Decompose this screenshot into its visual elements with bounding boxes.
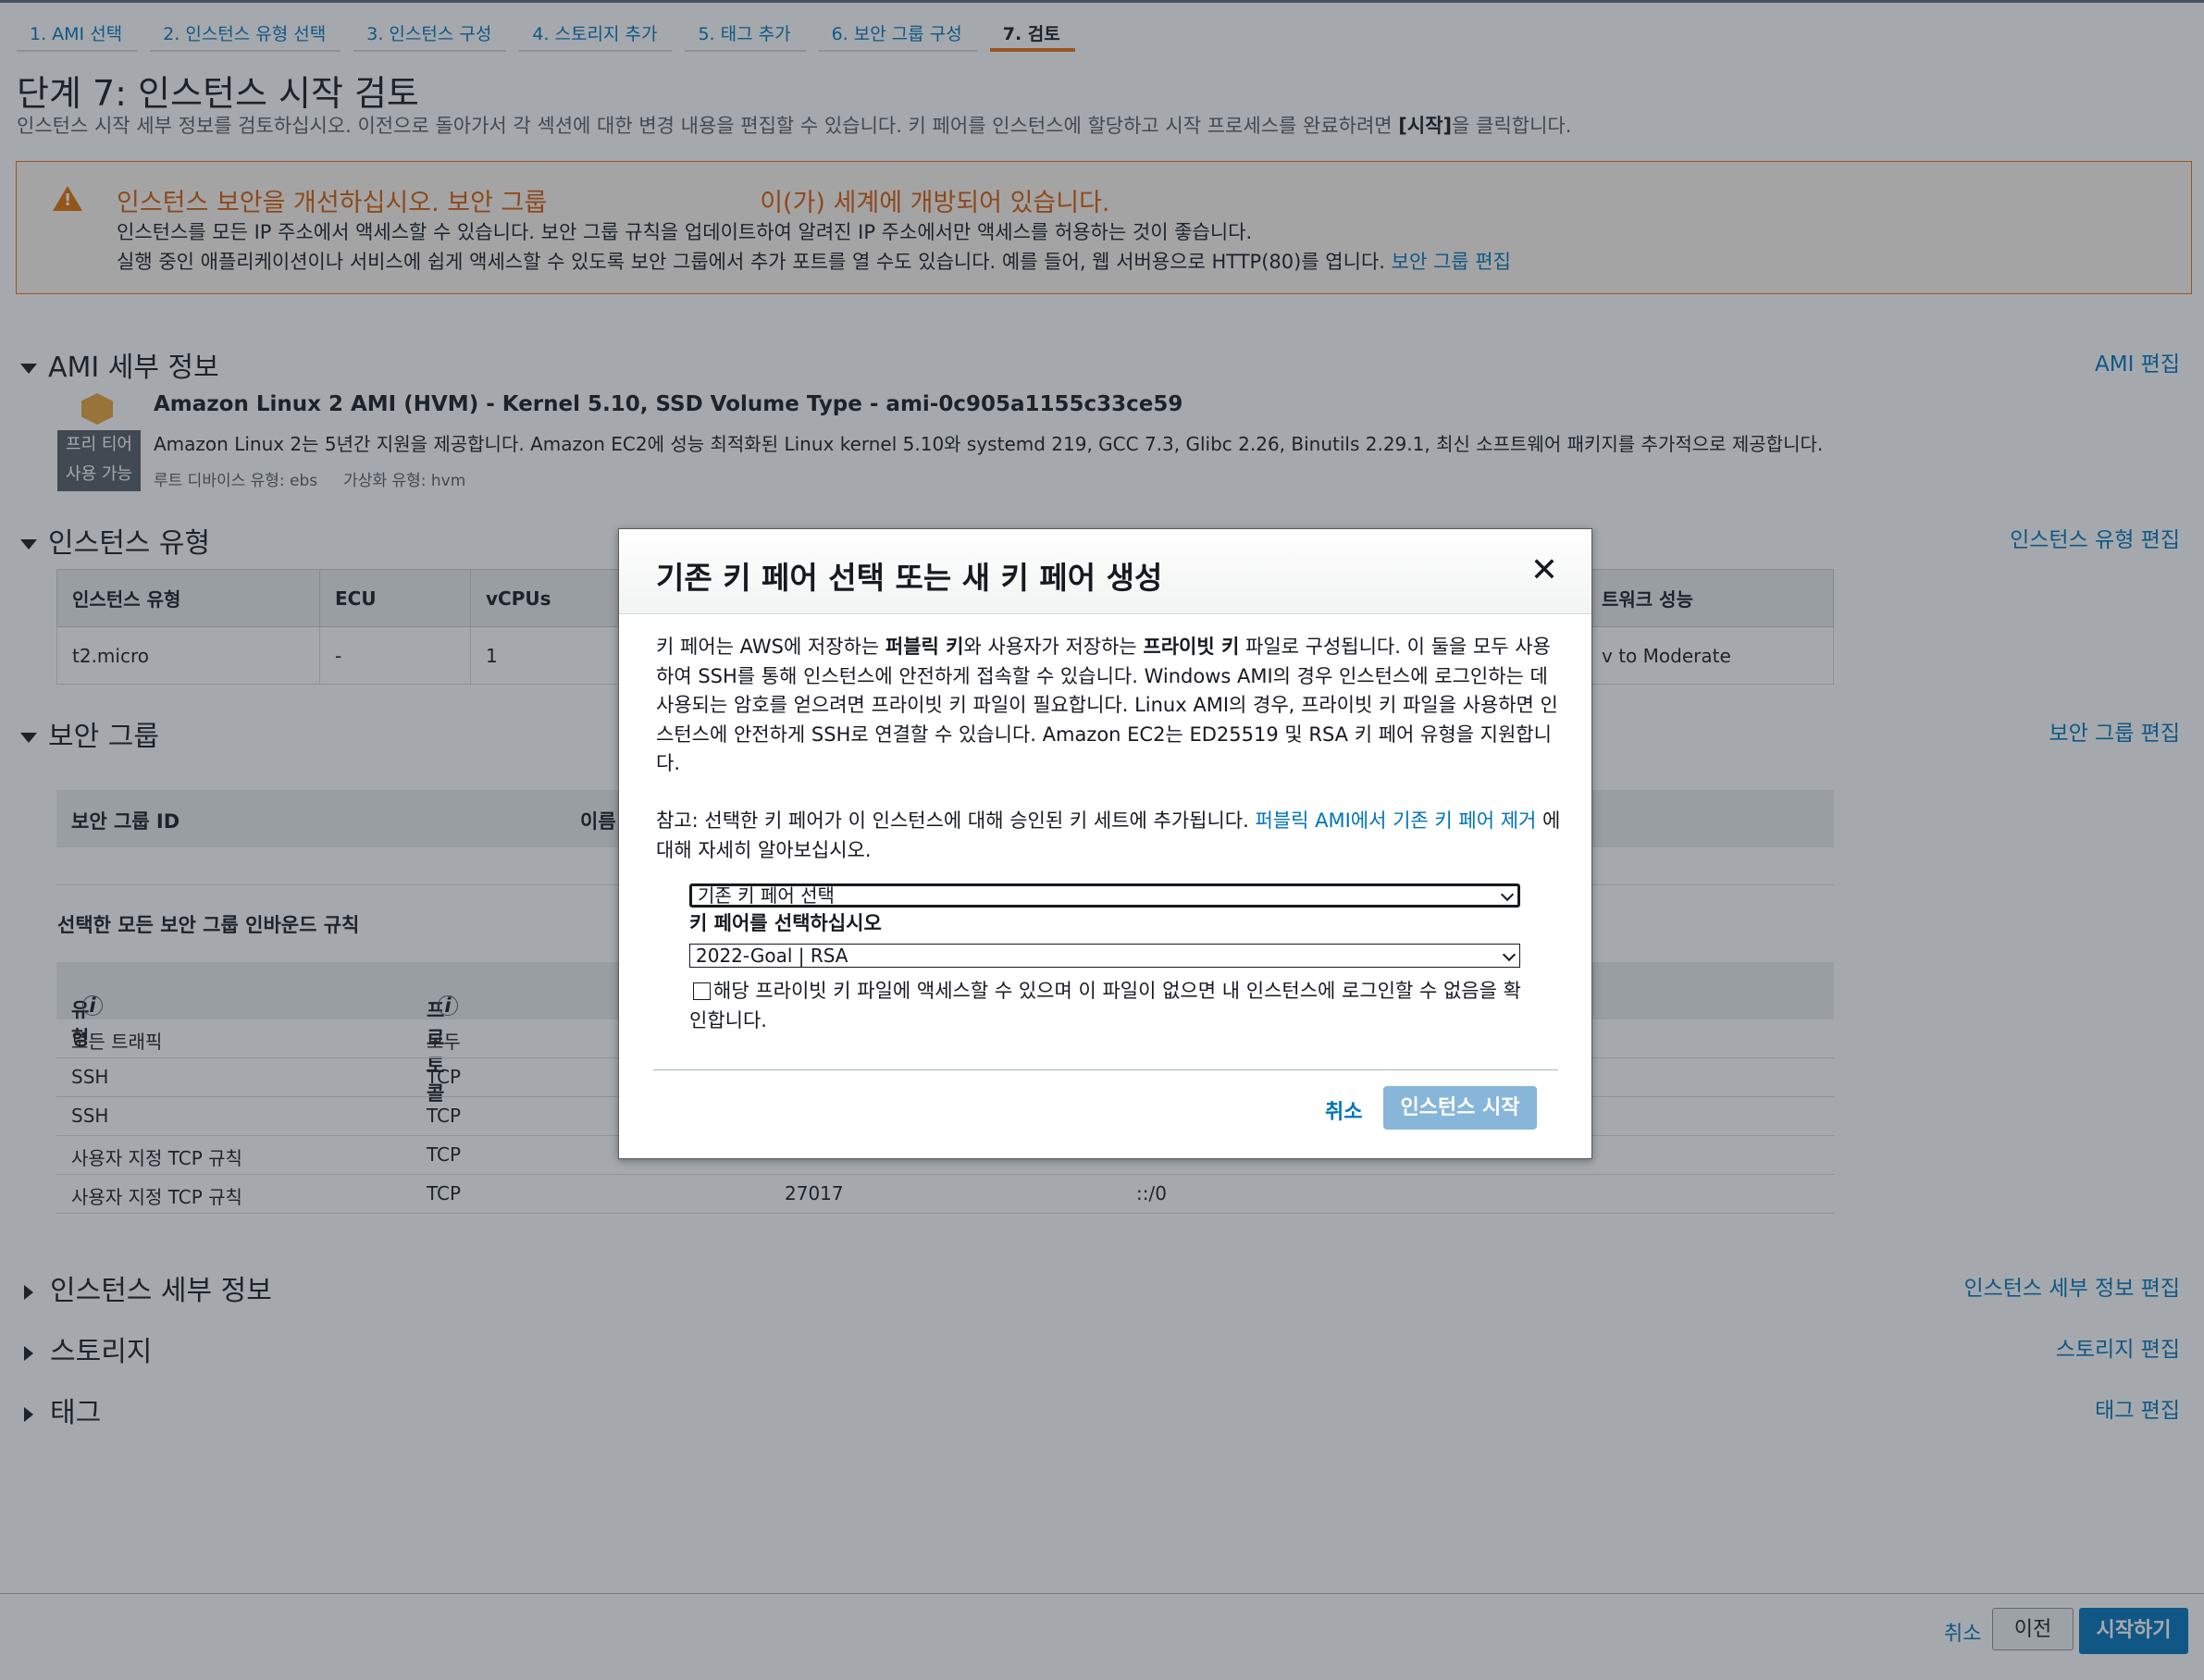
launch-instances-button[interactable]: 인스턴스 시작 xyxy=(1383,1086,1537,1130)
acknowledge-text: 해당 프라이빗 키 파일에 액세스할 수 있으며 이 파일이 없으면 내 인스턴… xyxy=(689,980,1521,1031)
dialog-cancel-button[interactable]: 취소 xyxy=(1325,1095,1362,1125)
remove-key-pair-link[interactable]: 퍼블릭 AMI에서 기존 키 페어 제거 xyxy=(1255,809,1536,832)
desc-text: 키 페어는 AWS에 저장하는 xyxy=(656,636,885,658)
key-pair-mode-select[interactable]: 기존 키 페어 선택 xyxy=(689,883,1520,908)
desc-bold-private-key: 프라이빗 키 xyxy=(1143,636,1240,658)
key-pair-select-label: 키 페어를 선택하십시오 xyxy=(689,912,882,934)
desc-bold-public-key: 퍼블릭 키 xyxy=(885,636,964,658)
chevron-down-icon xyxy=(1500,887,1515,902)
desc-text: 와 사용자가 저장하는 xyxy=(963,636,1144,658)
dialog-divider xyxy=(653,1069,1558,1070)
acknowledge-checkbox[interactable] xyxy=(693,982,711,1000)
key-pair-select[interactable]: 2022-Goal | RSA xyxy=(689,944,1520,968)
key-pair-dialog: 기존 키 페어 선택 또는 새 키 페어 생성 ✕ 키 페어는 AWS에 저장하… xyxy=(618,528,1592,1159)
dialog-note: 참고: 선택한 키 페어가 이 인스턴스에 대해 승인된 키 세트에 추가됩니다… xyxy=(656,807,1563,865)
key-pair-mode-value: 기존 키 페어 선택 xyxy=(698,884,835,907)
dialog-header: 기존 키 페어 선택 또는 새 키 페어 생성 ✕ xyxy=(619,529,1591,614)
dialog-description: 키 페어는 AWS에 저장하는 퍼블릭 키와 사용자가 저장하는 프라이빗 키 … xyxy=(656,633,1563,779)
dialog-title: 기존 키 페어 선택 또는 새 키 페어 생성 xyxy=(656,560,1163,596)
chevron-down-icon xyxy=(1502,947,1517,962)
note-text: 참고: 선택한 키 페어가 이 인스턴스에 대해 승인된 키 세트에 추가됩니다… xyxy=(656,809,1256,832)
key-pair-value: 2022-Goal | RSA xyxy=(696,945,848,967)
close-icon[interactable]: ✕ xyxy=(1530,551,1558,589)
